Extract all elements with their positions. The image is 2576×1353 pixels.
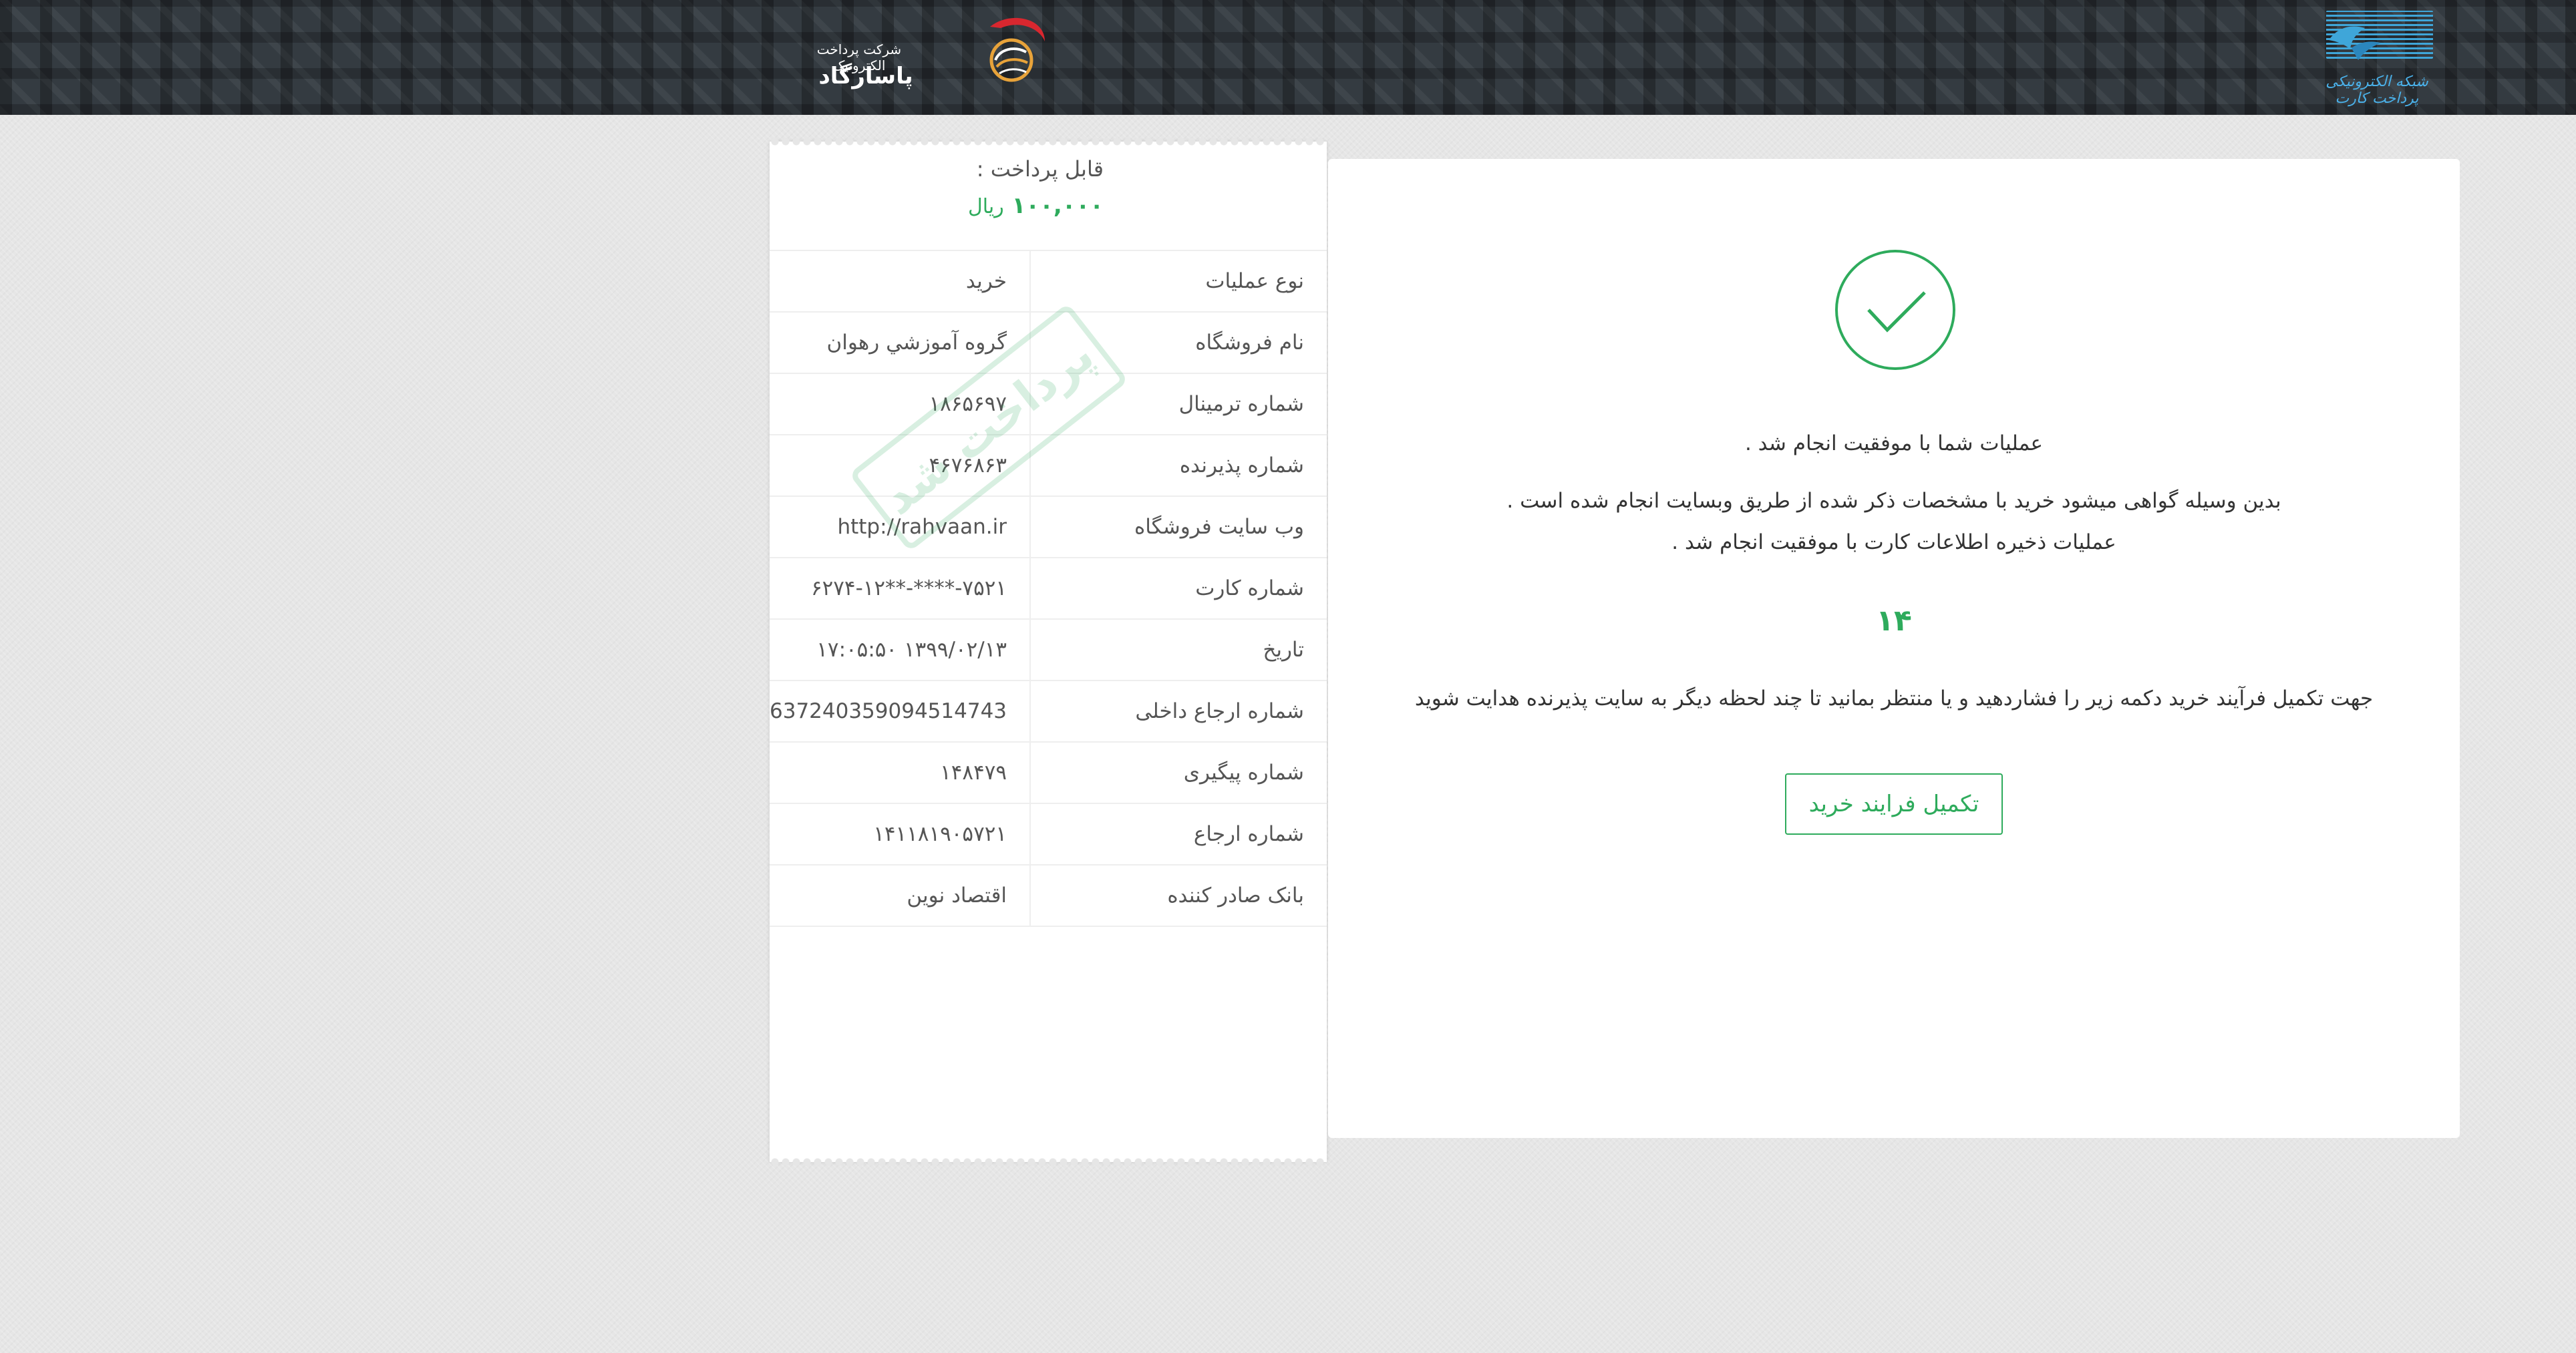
payable-amount-line: ۱۰۰,۰۰۰ ریال <box>968 192 1104 219</box>
bird-icon <box>2329 26 2381 60</box>
table-row: نام فروشگاه گروه آموزشي رهوان <box>770 311 1327 374</box>
table-row: نوع عملیات خرید <box>770 250 1327 313</box>
table-row: تاریخ ۱۳۹۹/۰۲/۱۳ ۱۷:۰۵:۵۰ <box>770 618 1327 681</box>
pasargad-name: پاسارگاد <box>818 63 913 89</box>
check-circle-icon <box>1835 250 1955 370</box>
pasargad-logo: شرکت پرداخت الکترونیک پاسارگاد <box>806 9 1046 96</box>
table-row: شماره پیگیری ۱۴۸۴۷۹ <box>770 741 1327 804</box>
row-label: شماره کارت <box>1029 557 1327 620</box>
row-value: گروه آموزشي رهوان <box>770 311 1031 374</box>
row-label: نوع عملیات <box>1029 250 1327 313</box>
shaparak-logo-text: شبکه الکترونیکی پرداخت کارت <box>2325 73 2428 107</box>
payable-label: قابل پرداخت : <box>976 156 1104 182</box>
row-label: وب سایت فروشگاه <box>1029 496 1327 558</box>
row-value: اقتصاد نوین <box>770 864 1031 927</box>
payable-amount: ۱۰۰,۰۰۰ <box>1011 192 1104 219</box>
table-row: شماره ترمینال ۱۸۶۵۶۹۷ <box>770 373 1327 435</box>
purchase-certification-message: بدین وسیله گواهی میشود خرید با مشخصات ذک… <box>1506 489 2281 513</box>
complete-purchase-button[interactable]: تکمیل فرایند خرید <box>1785 773 2003 835</box>
row-label: نام فروشگاه <box>1029 311 1327 374</box>
payment-receipt: قابل پرداخت : ۱۰۰,۰۰۰ ریال نوع عملیات خری… <box>770 138 1327 1166</box>
table-row: بانک صادر کننده اقتصاد نوین <box>770 864 1327 927</box>
top-header: شبکه الکترونیکی پرداخت کارت شرکت پرداخت … <box>0 0 2576 115</box>
row-label: شماره ارجاع <box>1029 803 1327 865</box>
row-value: ۱۴۸۴۷۹ <box>770 741 1031 804</box>
row-value: ۴۶۷۶۸۶۳ <box>770 434 1031 497</box>
row-value: http://rahvaan.ir <box>770 496 1031 558</box>
row-value: ۱۳۹۹/۰۲/۱۳ ۱۷:۰۵:۵۰ <box>770 618 1031 681</box>
pasargad-swirl-icon <box>989 17 1045 82</box>
receipt-details-table: نوع عملیات خرید نام فروشگاه گروه آموزشي ره… <box>770 250 1327 927</box>
redirect-countdown: ۱۴ <box>1876 604 1912 638</box>
card-save-message: عملیات ذخیره اطلاعات کارت با موفقیت انجا… <box>1671 530 2116 554</box>
row-label: تاریخ <box>1029 618 1327 681</box>
row-value: خرید <box>770 250 1031 313</box>
table-row: شماره ارجاع ۱۴۱۱۸۱۹۰۵۷۲۱ <box>770 803 1327 865</box>
table-row: شماره کارت ۶۲۷۴-۱۲**-****-۷۵۲۱ <box>770 557 1327 620</box>
payable-unit: ریال <box>967 195 1004 218</box>
table-row: شماره ارجاع داخلی 637240359094514743 <box>770 680 1327 743</box>
shaparak-logo: شبکه الکترونیکی پرداخت کارت <box>2317 8 2437 107</box>
table-row: شماره پذیرنده ۴۶۷۶۸۶۳ <box>770 434 1327 497</box>
row-label: شماره پیگیری <box>1029 741 1327 804</box>
table-row: وب سایت فروشگاه http://rahvaan.ir <box>770 496 1327 558</box>
row-value: ۱۸۶۵۶۹۷ <box>770 373 1031 435</box>
row-value: ۱۴۱۱۸۱۹۰۵۷۲۱ <box>770 803 1031 865</box>
redirect-instruction: جهت تکمیل فرآیند خرید دکمه زیر را فشارده… <box>1414 687 2374 711</box>
row-value: 637240359094514743 <box>770 680 1031 743</box>
row-label: شماره پذیرنده <box>1029 434 1327 497</box>
row-label: شماره ارجاع داخلی <box>1029 680 1327 743</box>
success-message: عملیات شما با موفقیت انجام شد . <box>1744 431 2044 455</box>
row-value: ۶۲۷۴-۱۲**-****-۷۵۲۱ <box>770 557 1031 620</box>
result-panel: عملیات شما با موفقیت انجام شد . بدین وسی… <box>1328 159 2460 1138</box>
row-label: شماره ترمینال <box>1029 373 1327 435</box>
row-label: بانک صادر کننده <box>1029 864 1327 927</box>
